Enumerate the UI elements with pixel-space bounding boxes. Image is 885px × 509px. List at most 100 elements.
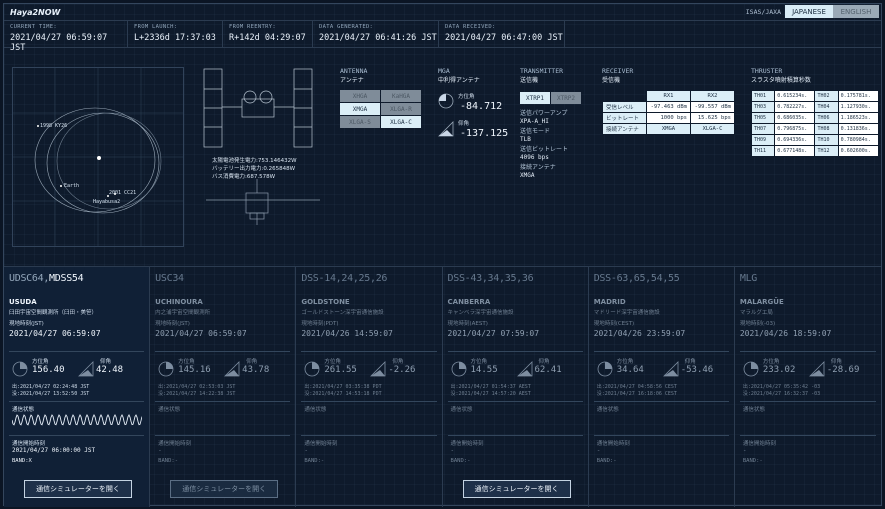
open-simulator-button[interactable]: 通信シミュレーターを開く xyxy=(462,480,571,498)
mga-el-value: -137.125 xyxy=(460,128,509,139)
station-panel[interactable]: DSS-43,34,35,36 CANBERRA キャンベラ深宇宙通信施設 現地… xyxy=(443,267,589,507)
divider xyxy=(301,351,437,352)
station-panel[interactable]: MLG MALARGÜE マラルグエ局 現地時刻(-03) 2021/04/26… xyxy=(735,267,881,507)
elevation-value: -2.26 xyxy=(388,365,416,375)
station-jp-name: キャンベラ深宇宙通信施設 xyxy=(447,310,514,316)
comm-signal-wave xyxy=(743,414,873,426)
top-bar: Haya2NOW ISAS/JAXA JAPANESE ENGLISH xyxy=(4,4,881,20)
local-time-label: 現地時刻(JST) xyxy=(9,321,44,327)
station-jp-name: マラルグエ局 xyxy=(739,310,773,316)
divider xyxy=(155,401,291,402)
mga-section: MGA 中利得アンテナ 方位角 -84.712 仰角 -137.125 xyxy=(438,67,509,139)
azimuth-dial-icon xyxy=(304,361,320,377)
station-dials: 方位角 156.40 仰角 42.48 xyxy=(12,357,147,381)
lang-english-button[interactable]: ENGLISH xyxy=(833,5,879,18)
station-dials: 方位角 145.16 仰角 43.78 xyxy=(158,357,293,381)
station-jp-name: ゴールドストーン深宇宙通信施設 xyxy=(301,310,384,316)
station-code: MADRID xyxy=(593,298,626,306)
local-time: 2021/04/26 18:59:07 xyxy=(739,329,832,338)
station-panel[interactable]: DSS-63,65,54,55 MADRID マドリード深宇宙通信施設 現地時刻… xyxy=(589,267,735,507)
signal-wave-path xyxy=(12,414,142,426)
table-row: TH07 0.796875s. TH08 0.131836s. xyxy=(750,123,880,135)
comm-start-label: 通信開始時刻 xyxy=(596,441,630,447)
hayabusa2-label: Hayabusa2 xyxy=(93,199,121,205)
local-time-label: 現地時刻(CEST) xyxy=(593,321,635,327)
station-code: USUDA xyxy=(9,298,37,306)
comm-start-time: - xyxy=(450,447,455,454)
azimuth-dial-icon xyxy=(597,361,613,377)
comm-start-time: - xyxy=(304,447,308,454)
station-antennas: DSS-63,65,54,55 xyxy=(593,273,680,284)
divider xyxy=(155,435,291,436)
org-label: ISAS/JAXA xyxy=(745,8,781,16)
azimuth-dial-icon xyxy=(451,361,466,377)
rise-set-times: 出:2021/04/27 01:54:37 AEST 没:2021/04/27 1… xyxy=(450,384,531,397)
rise-set-times: 出:2021/04/27 02:53:03 JST 没:2021/04/27 14… xyxy=(158,384,236,397)
comm-status-label: 通信状態 xyxy=(450,407,473,413)
orbit-view[interactable]: 1998 KY26 Earth Hayabusa2 2001 CC21 xyxy=(12,67,184,247)
lang-japanese-button[interactable]: JAPANESE xyxy=(785,5,833,18)
azimuth-label: 方位角 xyxy=(178,359,195,365)
elevation-label: 仰角 xyxy=(684,359,696,365)
thruster-section: THRUSTER スラスタ噴射積算秒数 TH01 0.615234s. TH02 0.… xyxy=(750,67,880,157)
rise-set-times: 出:2021/04/27 05:35:42 -03 没:2021/04/27 16… xyxy=(742,384,821,397)
station-dials: 方位角 34.64 仰角 -53.46 xyxy=(597,357,732,381)
antenna-xlga-r: XLGA-R xyxy=(381,103,421,115)
divider xyxy=(9,401,145,402)
divider xyxy=(9,351,145,352)
station-code: UCHINOURA xyxy=(155,298,203,306)
azimuth-value: 261.55 xyxy=(324,365,357,375)
data-received: DATA RECEIVED: 2021/04/27 06:47:00 JST xyxy=(439,21,565,47)
local-time-label: 現地時刻(JST) xyxy=(155,321,190,327)
station-antennas: MLG xyxy=(739,273,758,284)
station-panel[interactable]: USC34 UCHINOURA 内之浦宇宙空間観測所 現地時刻(JST) 202… xyxy=(150,267,297,507)
station-code: MALARGÜE xyxy=(739,298,784,306)
comm-signal-wave xyxy=(12,414,142,426)
ground-stations: UDSC64,MDSS54 USUDA 臼田宇宙空間観測所（臼田・美笹） 現地時… xyxy=(4,266,881,507)
elevation-dial-icon xyxy=(516,361,532,377)
app-frame: Haya2NOW ISAS/JAXA JAPANESE ENGLISH CURR… xyxy=(3,3,882,507)
station-panel[interactable]: UDSC64,MDSS54 USUDA 臼田宇宙空間観測所（臼田・美笹） 現地時… xyxy=(4,267,151,507)
comm-status-label: 通信状態 xyxy=(304,407,327,413)
table-row: TH03 0.782227s. TH04 1.127930s. xyxy=(750,101,880,113)
xtrp2-button[interactable]: XTRP2 xyxy=(551,92,581,104)
band-label: BAND:- xyxy=(304,458,325,464)
comm-start-label: 通信開始時刻 xyxy=(12,441,46,447)
station-panel[interactable]: DSS-14,24,25,26 GOLDSTONE ゴールドストーン深宇宙通信施… xyxy=(296,267,443,507)
transmitter-info: 送信パワーアンプ XPA-A_HI 送信モード TLB 送信ビットレート 409… xyxy=(520,110,569,179)
orbit-diagram xyxy=(13,68,183,246)
data-generated: DATA GENERATED: 2021/04/27 06:41:26 JST xyxy=(313,21,439,47)
cc21-label: 2001 CC21 xyxy=(109,190,137,196)
station-dials: 方位角 261.55 仰角 -2.26 xyxy=(304,357,439,381)
divider xyxy=(447,435,583,436)
station-code: CANBERRA xyxy=(447,298,491,306)
comm-start-label: 通信開始時刻 xyxy=(304,441,338,447)
power-readout: 太陽電池発生電力:753.146432W バッテリー出力電力:0.265848W… xyxy=(212,158,297,180)
status-row: CURRENT TIME: 2021/04/27 06:59:07 JST FR… xyxy=(4,20,881,53)
station-antennas: USC34 xyxy=(155,273,184,284)
table-row: ビットレート 1000 bps 15.625 bps xyxy=(602,112,735,124)
open-simulator-button[interactable]: 通信シミュレーターを開く xyxy=(170,480,279,498)
divider xyxy=(155,351,291,352)
local-time: 2021/04/27 06:59:07 xyxy=(155,329,247,338)
comm-start-label: 通信開始時刻 xyxy=(158,441,192,447)
local-time-label: 現地時刻(PDT) xyxy=(301,321,339,327)
xtrp1-button[interactable]: XTRP1 xyxy=(520,92,550,104)
elevation-value: 43.78 xyxy=(242,365,270,375)
azimuth-label: 方位角 xyxy=(470,359,488,365)
comm-start-time: - xyxy=(596,447,601,454)
azimuth-value: 156.40 xyxy=(32,365,65,375)
open-simulator-button[interactable]: 通信シミュレーターを開く xyxy=(24,480,132,498)
comm-status-label: 通信状態 xyxy=(596,407,619,413)
comm-signal-wave xyxy=(451,414,581,426)
current-time: CURRENT TIME: 2021/04/27 06:59:07 JST xyxy=(4,21,128,53)
station-jp-name: マドリード深宇宙通信施設 xyxy=(593,310,660,316)
receiver-section: RECEIVER 受信機 RX1 RX2 受信レベル -97.463 dBm -… xyxy=(602,67,742,135)
divider xyxy=(739,401,877,402)
band-label: BAND:- xyxy=(742,458,763,464)
app-title: Haya2NOW xyxy=(10,7,61,17)
station-antennas: DSS-43,34,35,36 xyxy=(447,273,534,284)
local-time: 2021/04/27 07:59:07 xyxy=(447,329,540,338)
comm-start-label: 通信開始時刻 xyxy=(742,441,776,447)
elevation-dial-icon xyxy=(808,361,825,377)
